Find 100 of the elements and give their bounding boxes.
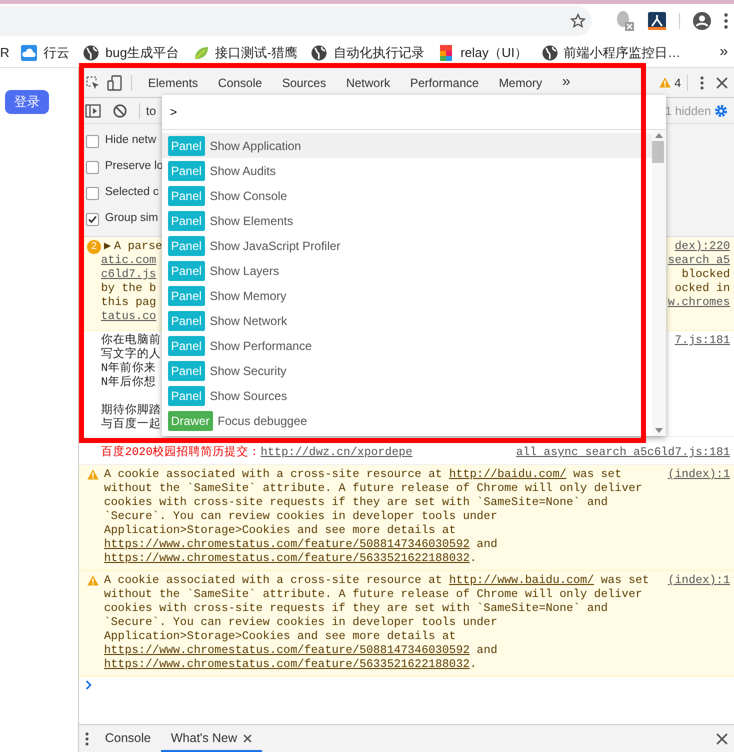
command-item[interactable]: Panel Show Audits xyxy=(162,158,652,183)
source-link[interactable]: (index):1 xyxy=(668,468,730,566)
checkbox[interactable] xyxy=(86,160,99,174)
scroll-thumb[interactable] xyxy=(652,141,664,163)
checkbox-label: Group sim xyxy=(105,211,158,226)
command-label: Show Memory xyxy=(210,288,286,304)
expand-arrow[interactable]: ▶ xyxy=(104,240,111,254)
scroll-up-icon[interactable] xyxy=(655,133,663,138)
command-input[interactable]: > xyxy=(162,95,666,130)
category-tag: Panel xyxy=(168,160,205,180)
command-item[interactable]: Panel Show Network xyxy=(162,308,652,333)
checkbox-label: Selected c xyxy=(105,185,159,200)
close-icon[interactable] xyxy=(716,732,728,744)
command-item[interactable]: Panel Show Console xyxy=(162,183,652,208)
message-text: 期待你脚踏 xyxy=(101,404,161,417)
warning-icon xyxy=(659,77,672,88)
star-icon[interactable] xyxy=(570,13,586,29)
message-link[interactable]: https://www.chromestatus.com/feature/5633521622188032 xyxy=(104,658,470,671)
message-text: N年后你想 xyxy=(101,376,156,389)
message-link[interactable]: https://www.chromestatus.com/feature/5633521622188032 xyxy=(104,552,470,565)
message-link[interactable]: http://baidu.com/ xyxy=(449,468,566,481)
category-tag: Panel xyxy=(168,360,205,380)
scrollbar[interactable] xyxy=(652,130,666,436)
command-label: Show Layers xyxy=(210,262,280,280)
command-item[interactable]: Panel Show JavaScript Profiler xyxy=(162,233,652,258)
panel-tab[interactable]: Elements xyxy=(138,74,208,92)
bookmark[interactable]: 前端小程序监控日… xyxy=(542,42,681,62)
bookmark[interactable]: relay（UI） xyxy=(438,42,528,62)
checkbox-label: Hide netw xyxy=(105,133,156,148)
panel-tab[interactable]: Network xyxy=(336,74,400,92)
profile-icon[interactable] xyxy=(692,11,712,31)
source-link[interactable]: 7.js:181 xyxy=(674,334,730,347)
command-item[interactable]: Drawer Focus debuggee xyxy=(162,408,652,433)
command-label: Show Audits xyxy=(210,162,276,180)
bookmark[interactable]: 自动化执行记录 xyxy=(311,42,424,62)
address-field[interactable] xyxy=(0,6,592,36)
extension-icon[interactable] xyxy=(647,11,667,31)
leaf-icon xyxy=(193,44,210,60)
bookmark[interactable]: bug生成平台 xyxy=(83,42,180,62)
checkbox[interactable] xyxy=(86,186,99,200)
warning-icon xyxy=(87,575,99,586)
message-link[interactable]: https://www.chromestatus.com/feature/5088147346030592 xyxy=(104,644,470,657)
message-text: c6ld7.js xyxy=(101,268,156,281)
category-tag: Panel xyxy=(168,336,205,356)
more-bookmarks-button[interactable]: » xyxy=(720,41,728,64)
message-text: search a5 xyxy=(668,254,730,267)
warning-message: A cookie associated with a cross-site resource at http://www.baidu.com/ was set without the `SameSite` attribute. A future release of Chrome will only deliver cookies with cross-site requests if they are set with `SameSite=None` and `Secure`. You can review cookies in developer tools under Application>Storage>Cookies and see more details at https://www.chromestatus.com/feature/5088147346030592 and https://www.chromestatus.com/feature/5633521622188032. xyxy=(103,574,650,672)
settings-icon[interactable] xyxy=(714,104,728,118)
command-item[interactable]: Panel Show Security xyxy=(162,358,652,383)
message-text: atic.com xyxy=(101,254,156,267)
category-tag: Drawer xyxy=(168,410,213,430)
command-label: Show Elements xyxy=(210,212,294,230)
bookmark[interactable]: 行云 xyxy=(21,42,70,62)
message-text: A parse xyxy=(114,240,162,254)
command-item[interactable]: Panel Show Sources xyxy=(162,383,652,408)
inspect-icon[interactable] xyxy=(85,74,101,90)
command-label: Show Sources xyxy=(210,388,288,404)
scroll-down-icon[interactable] xyxy=(655,428,663,433)
command-label: Show Network xyxy=(210,312,288,330)
command-item[interactable]: Panel Show Elements xyxy=(162,208,652,233)
context-selector[interactable]: to xyxy=(146,102,156,120)
menu-icon[interactable] xyxy=(85,732,89,746)
command-item[interactable]: Panel Show Layers xyxy=(162,258,652,283)
panel-tab[interactable]: Memory xyxy=(488,74,552,92)
more-tabs-button[interactable]: » xyxy=(552,71,580,94)
close-icon[interactable] xyxy=(716,76,728,88)
menu-icon[interactable] xyxy=(700,76,704,90)
menu-icon[interactable] xyxy=(724,13,728,29)
panel-tab[interactable]: Sources xyxy=(272,74,336,92)
source-link[interactable]: dex):220 xyxy=(674,240,730,253)
command-label: Focus debuggee xyxy=(218,412,308,430)
panel-tab[interactable]: Console xyxy=(208,74,272,92)
category-tag: Panel xyxy=(168,310,205,330)
sidebar-icon[interactable] xyxy=(85,104,101,118)
command-label: Show Performance xyxy=(210,338,312,354)
source-link[interactable]: (index):1 xyxy=(668,574,730,672)
drawer-tab[interactable]: Console xyxy=(95,725,161,752)
command-label: Show JavaScript Profiler xyxy=(210,238,340,254)
message-text: tatus.co xyxy=(101,310,156,323)
bookmark[interactable]: 接口测试-猎鹰 xyxy=(193,42,298,62)
warning-counter[interactable]: 4 xyxy=(659,74,681,92)
close-icon[interactable] xyxy=(243,734,252,742)
source-link[interactable]: all async search a5c6ld7.js:181 xyxy=(516,446,730,460)
prompt-icon[interactable] xyxy=(85,680,93,690)
command-item[interactable]: Panel Show Memory xyxy=(162,283,652,308)
drawer-tab[interactable]: What's New xyxy=(160,725,262,752)
command-label: Show Security xyxy=(210,362,286,380)
message-link[interactable]: http://www.baidu.com/ xyxy=(449,574,594,587)
message-count: 2 xyxy=(87,240,101,254)
login-button[interactable]: 登录 xyxy=(5,90,49,114)
command-item[interactable]: Panel Show Performance xyxy=(162,333,652,358)
category-tag: Panel xyxy=(168,136,205,156)
message-link[interactable]: https://www.chromestatus.com/feature/5088147346030592 xyxy=(104,538,470,551)
message-link[interactable]: http://dwz.cn/xpordepe xyxy=(260,446,412,459)
checkbox[interactable] xyxy=(86,212,99,226)
bookmark[interactable]: R xyxy=(0,42,10,62)
clear-icon[interactable] xyxy=(113,104,127,118)
checkbox[interactable] xyxy=(86,134,99,148)
command-item[interactable]: Panel Show Application xyxy=(162,133,652,158)
panel-tab[interactable]: Performance xyxy=(400,74,489,92)
